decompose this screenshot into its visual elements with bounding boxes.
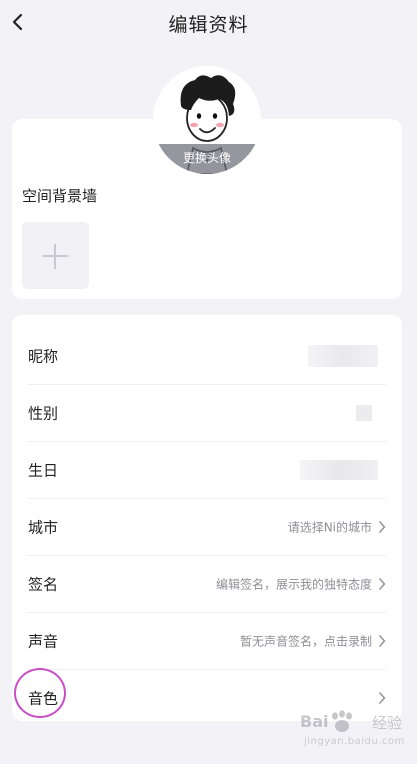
- watermark-brand: Bai: [300, 712, 329, 731]
- row-label: 生日: [28, 461, 59, 479]
- watermark-cn: 经验: [372, 714, 403, 732]
- row-voice[interactable]: 声音 暂无声音签名，点击录制: [28, 612, 386, 670]
- nickname-value-redacted: [308, 344, 378, 367]
- change-avatar-label[interactable]: 更换头像: [153, 149, 261, 166]
- row-label: 城市: [28, 518, 59, 536]
- paw-icon: [332, 710, 352, 732]
- chevron-right-icon: [378, 634, 386, 647]
- page-title: 编辑资料: [168, 14, 249, 36]
- chevron-right-icon: [378, 691, 386, 704]
- row-value: 编辑签名，展示我的独特态度: [215, 577, 372, 591]
- profile-fields-card: 昵称 性别 生日 城市 请选择Ni的城市 签名 编辑签名，展示我的独特态度 声音…: [12, 315, 402, 721]
- nav-bar: 编辑资料: [0, 0, 417, 46]
- avatar[interactable]: 更换头像: [153, 66, 261, 174]
- row-gender[interactable]: 性别: [28, 384, 386, 442]
- row-label: 签名: [28, 575, 59, 593]
- chevron-right-icon: [378, 520, 386, 533]
- background-wall-title: 空间背景墙: [22, 187, 98, 205]
- row-birthday[interactable]: 生日: [28, 441, 386, 499]
- row-city[interactable]: 城市 请选择Ni的城市: [28, 498, 386, 556]
- row-value: 请选择Ni的城市: [287, 520, 372, 534]
- row-label: 昵称: [28, 347, 59, 365]
- row-label: 声音: [28, 632, 59, 650]
- chevron-right-icon: [378, 577, 386, 590]
- birthday-value-redacted: [300, 459, 378, 480]
- add-background-button[interactable]: [22, 222, 89, 289]
- row-signature[interactable]: 签名 编辑签名，展示我的独特态度: [28, 555, 386, 613]
- row-label: 性别: [28, 404, 59, 422]
- highlight-circle: [14, 668, 66, 718]
- gender-value-redacted: [356, 404, 372, 421]
- row-value: 暂无声音签名，点击录制: [239, 634, 372, 648]
- watermark: Bai 经验 jingyan.baidu.com: [300, 708, 414, 758]
- watermark-url: jingyan.baidu.com: [304, 736, 405, 747]
- row-nickname[interactable]: 昵称: [28, 327, 386, 385]
